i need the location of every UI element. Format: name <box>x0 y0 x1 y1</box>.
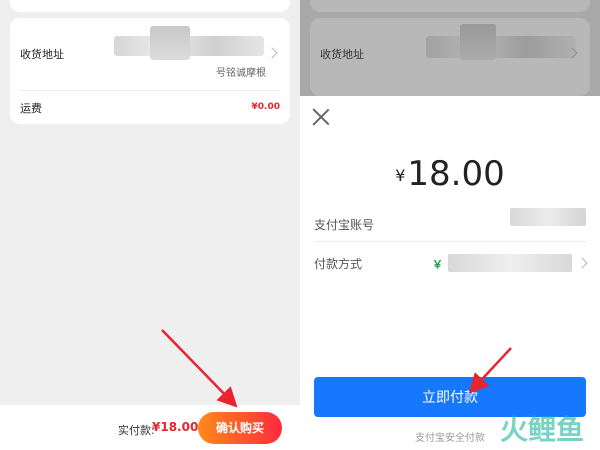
address-redacted-block <box>150 26 190 60</box>
close-icon[interactable] <box>312 108 330 126</box>
payment-method-label: 付款方式 <box>314 257 363 271</box>
previous-card <box>10 0 290 12</box>
pay-label: 实付款: <box>118 424 155 437</box>
bank-icon: ￥ <box>432 258 443 271</box>
shipping-value: ¥0.00 <box>251 102 280 112</box>
address-label-dimmed: 收货地址 <box>320 48 364 61</box>
address-redacted-dimmed <box>426 36 576 58</box>
payment-method-redacted[interactable] <box>448 254 572 272</box>
pay-value: ¥18.00 <box>152 420 199 434</box>
payment-screen: 收货地址 ¥18.00 支付宝账号 付款方式 ￥ 立即付款 支付宝安全付款 <box>300 0 600 450</box>
screenshot-root: 收货地址 号铭诚摩根 运费 ¥0.00 实付款: ¥18.00 确认购买 收货地… <box>0 0 600 450</box>
order-info-card: 收货地址 号铭诚摩根 运费 ¥0.00 <box>10 18 290 124</box>
watermark-logo: 火鲤鱼 <box>500 413 585 446</box>
address-sub: 号铭诚摩根 <box>216 68 266 79</box>
confirm-purchase-button[interactable]: 确认购买 <box>198 412 282 444</box>
order-info-card-dimmed: 收货地址 <box>310 18 590 96</box>
payment-amount: ¥18.00 <box>300 154 600 194</box>
checkout-bar: 实付款: ¥18.00 确认购买 <box>0 405 300 450</box>
address-redacted-block-dimmed <box>460 24 496 60</box>
order-confirm-screen: 收货地址 号铭诚摩根 运费 ¥0.00 实付款: ¥18.00 确认购买 <box>0 0 300 450</box>
amount-value: 18.00 <box>407 154 505 194</box>
divider <box>314 241 586 242</box>
previous-card-dimmed <box>310 0 590 12</box>
account-redacted <box>510 208 586 226</box>
shipping-label: 运费 <box>20 102 42 115</box>
payment-sheet: ¥18.00 支付宝账号 付款方式 ￥ 立即付款 支付宝安全付款 <box>300 96 600 450</box>
chevron-right-icon[interactable] <box>576 257 588 269</box>
account-label: 支付宝账号 <box>314 218 375 232</box>
chevron-right-icon[interactable] <box>266 47 278 59</box>
divider <box>20 90 280 91</box>
address-label: 收货地址 <box>20 48 64 61</box>
currency-symbol: ¥ <box>395 166 406 185</box>
